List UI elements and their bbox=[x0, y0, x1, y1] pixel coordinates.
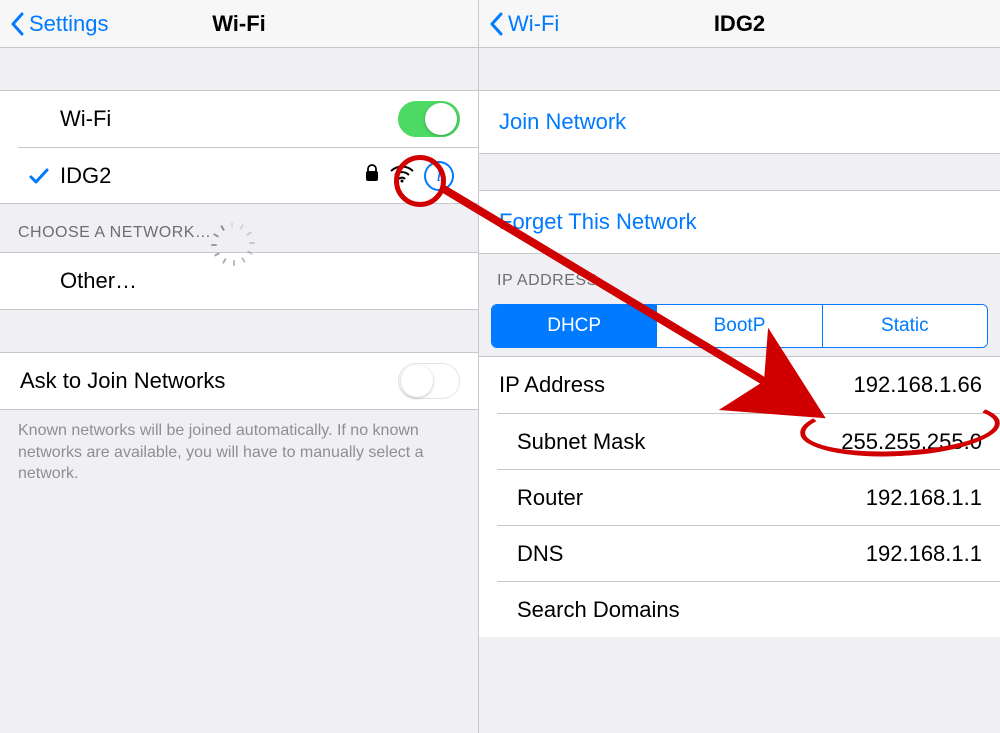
ip-config-segmented: DHCP BootP Static bbox=[491, 304, 988, 348]
tab-dhcp[interactable]: DHCP bbox=[492, 305, 656, 347]
network-name: IDG2 bbox=[60, 163, 364, 189]
choose-network-header: CHOOSE A NETWORK… bbox=[0, 204, 478, 252]
lock-icon bbox=[364, 163, 380, 189]
other-label: Other… bbox=[60, 268, 460, 294]
wifi-toggle-group: Wi-Fi IDG2 i bbox=[0, 90, 478, 204]
navbar: Wi-Fi IDG2 bbox=[479, 0, 1000, 48]
dns-value: 192.168.1.1 bbox=[866, 541, 982, 567]
join-network-button[interactable]: Join Network bbox=[479, 90, 1000, 154]
ask-join-group: Ask to Join Networks bbox=[0, 352, 478, 410]
chevron-left-icon bbox=[489, 12, 504, 36]
info-icon[interactable]: i bbox=[424, 161, 454, 191]
wifi-signal-icon bbox=[390, 163, 414, 189]
ip-address-row[interactable]: IP Address 192.168.1.66 bbox=[479, 357, 1000, 413]
search-domains-row[interactable]: Search Domains bbox=[497, 581, 1000, 637]
wifi-label: Wi-Fi bbox=[60, 106, 398, 132]
chevron-left-icon bbox=[10, 12, 25, 36]
back-label: Wi-Fi bbox=[508, 11, 559, 37]
subnet-mask-value: 255.255.255.0 bbox=[841, 429, 982, 455]
page-title: IDG2 bbox=[714, 11, 765, 37]
ask-join-label: Ask to Join Networks bbox=[20, 368, 398, 394]
router-label: Router bbox=[517, 485, 866, 511]
dns-row[interactable]: DNS 192.168.1.1 bbox=[497, 525, 1000, 581]
ask-join-switch[interactable] bbox=[398, 363, 460, 399]
wifi-settings-screen: Settings Wi-Fi Wi-Fi IDG2 bbox=[0, 0, 479, 733]
page-title: Wi-Fi bbox=[212, 11, 266, 37]
search-domains-label: Search Domains bbox=[517, 597, 982, 623]
wifi-switch[interactable] bbox=[398, 101, 460, 137]
navbar: Settings Wi-Fi bbox=[0, 0, 478, 48]
ask-join-row[interactable]: Ask to Join Networks bbox=[0, 353, 478, 409]
ip-details-group: IP Address 192.168.1.66 Subnet Mask 255.… bbox=[479, 357, 1000, 637]
ip-address-value: 192.168.1.66 bbox=[854, 372, 982, 398]
wifi-toggle-row[interactable]: Wi-Fi bbox=[0, 91, 478, 147]
other-networks-group: Other… bbox=[0, 252, 478, 310]
back-label: Settings bbox=[29, 11, 109, 37]
tab-static[interactable]: Static bbox=[822, 305, 987, 347]
spinner-icon bbox=[221, 222, 243, 244]
back-button[interactable]: Wi-Fi bbox=[489, 11, 559, 37]
ip-address-header: IP ADDRESS bbox=[479, 254, 1000, 298]
subnet-mask-row[interactable]: Subnet Mask 255.255.255.0 bbox=[497, 413, 1000, 469]
tab-bootp[interactable]: BootP bbox=[656, 305, 821, 347]
forget-network-button[interactable]: Forget This Network bbox=[479, 190, 1000, 254]
router-value: 192.168.1.1 bbox=[866, 485, 982, 511]
network-detail-screen: Wi-Fi IDG2 Join Network Forget This Netw… bbox=[479, 0, 1000, 733]
ip-address-label: IP Address bbox=[499, 372, 854, 398]
back-button[interactable]: Settings bbox=[10, 11, 109, 37]
router-row[interactable]: Router 192.168.1.1 bbox=[497, 469, 1000, 525]
dns-label: DNS bbox=[517, 541, 866, 567]
ask-join-explanation: Known networks will be joined automatica… bbox=[0, 410, 478, 485]
connected-network-row[interactable]: IDG2 i bbox=[18, 147, 478, 203]
subnet-mask-label: Subnet Mask bbox=[517, 429, 841, 455]
checkmark-icon bbox=[18, 165, 60, 187]
other-network-row[interactable]: Other… bbox=[0, 253, 478, 309]
